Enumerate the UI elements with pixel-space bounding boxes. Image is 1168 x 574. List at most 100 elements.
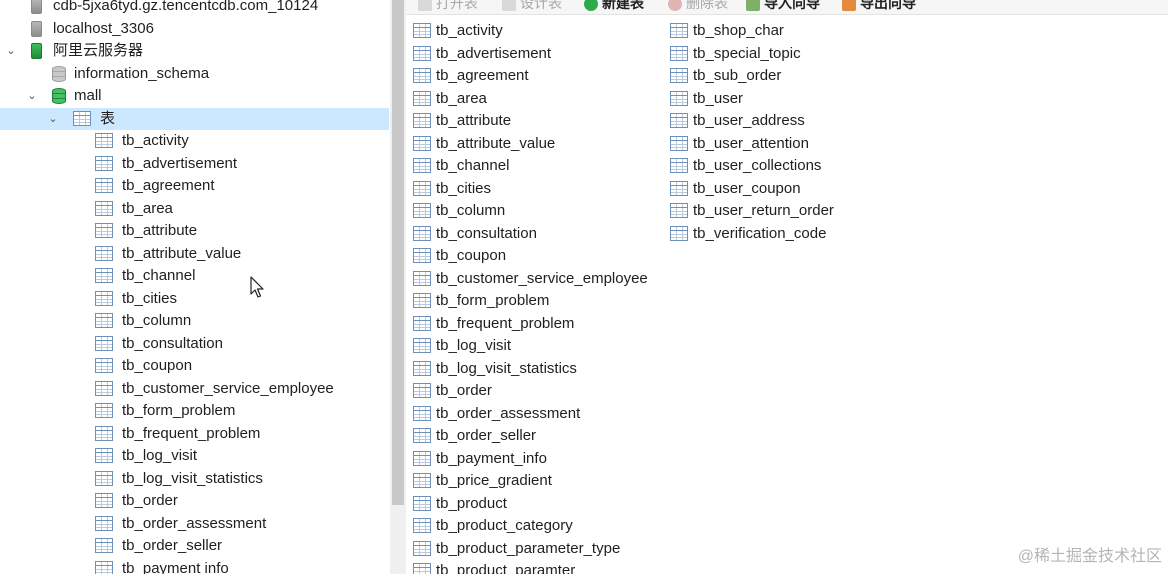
tree-database-label: mall — [74, 87, 102, 104]
table-icon — [413, 428, 431, 443]
tree-table-item-label: tb_channel — [122, 267, 196, 284]
tree-table-item-label: tb_log_visit_statistics — [122, 469, 263, 487]
table-icon — [95, 358, 113, 373]
tree-table-item-label: tb_column — [122, 312, 192, 329]
new-table-label: 新建表 — [602, 0, 644, 11]
table-object-label: tb_payment_info — [436, 449, 547, 467]
new-table-button[interactable]: 新建表 — [584, 0, 644, 13]
table-icon — [95, 493, 113, 508]
tree-connection-label: cdb-5jxa6tyd.gz.tencentcdb.com_10124 — [53, 0, 319, 14]
database-icon — [52, 88, 66, 104]
table-object-label: tb_channel — [436, 157, 510, 174]
tree-table-item-label: tb_agreement — [122, 177, 215, 194]
table-icon — [670, 45, 688, 61]
table-icon — [95, 223, 113, 238]
table-icon — [95, 403, 113, 418]
table-icon — [95, 515, 113, 531]
table-icon — [413, 450, 431, 466]
table-object-label: tb_advertisement — [436, 44, 552, 62]
table-icon — [670, 90, 688, 106]
tree-table-item-label: tb_activity — [122, 132, 189, 149]
design-table-label: 设计表 — [520, 0, 562, 11]
expand-arrow-icon[interactable]: ⌄ — [5, 40, 17, 62]
tree-table-item-label: tb_cities — [122, 289, 178, 307]
table-icon — [413, 180, 431, 196]
tree-database-label: information_schema — [74, 64, 210, 82]
table-icon — [95, 200, 113, 216]
delete-table-icon — [668, 0, 682, 12]
tree-scrollbar[interactable] — [390, 0, 406, 574]
export-wizard-button[interactable]: 导出向导 — [842, 0, 916, 13]
tree-table-item-label: tb_attribute — [122, 222, 198, 239]
expand-arrow-icon[interactable]: ⌄ — [26, 85, 38, 107]
table-object-label: tb_form_problem — [436, 292, 550, 309]
server-icon — [31, 43, 42, 59]
table-icon — [413, 270, 431, 286]
server-icon — [31, 20, 42, 37]
table-object-label: tb_price_gradient — [436, 472, 552, 489]
table-object-label: tb_user_address — [693, 112, 805, 129]
table-icon — [95, 560, 113, 574]
tree-table-item-label: tb_coupon — [122, 357, 193, 374]
table-icon — [413, 383, 431, 398]
tree-connection-label: localhost_3306 — [53, 19, 154, 37]
expand-arrow-icon[interactable]: ⌄ — [47, 108, 59, 130]
table-object-label: tb_log_visit — [436, 337, 512, 354]
table-object-label: tb_product — [436, 494, 507, 512]
table-object-label: tb_order_seller — [436, 427, 537, 444]
database-icon — [52, 65, 66, 82]
table-icon — [95, 290, 113, 306]
tree-table-item-label: tb_attribute_value — [122, 244, 242, 262]
object-toolbar: 打开表 设计表 新建表 删除表 导入向导 导出向导 — [406, 0, 1168, 15]
table-icon — [413, 338, 431, 353]
design-table-icon — [502, 0, 516, 12]
tree-table-item-label: tb_frequent_problem — [122, 424, 261, 442]
tree-tables-node-label: 表 — [100, 109, 116, 127]
table-icon — [413, 563, 431, 574]
mouse-cursor-icon — [250, 276, 264, 298]
tree-table-item-label: tb_customer_service_employee — [122, 379, 334, 397]
table-icon — [95, 335, 113, 351]
table-object-label: tb_product_paramter — [436, 562, 576, 574]
table-object-label: tb_frequent_problem — [436, 314, 575, 332]
delete-table-label: 删除表 — [686, 0, 728, 11]
table-icon — [413, 473, 431, 488]
table-icon — [95, 268, 113, 283]
table-object-label: tb_activity — [436, 22, 503, 39]
table-icon — [670, 68, 688, 83]
table-icon — [413, 203, 431, 218]
table-object-label: tb_coupon — [436, 247, 507, 264]
table-icon — [413, 360, 431, 376]
open-table-button[interactable]: 打开表 — [418, 0, 478, 13]
import-wizard-label: 导入向导 — [764, 0, 820, 11]
watermark: @稀土掘金技术社区 — [1017, 548, 1162, 565]
import-wizard-button[interactable]: 导入向导 — [746, 0, 820, 13]
table-object-label: tb_shop_char — [693, 22, 784, 39]
table-object-label: tb_agreement — [436, 67, 529, 84]
tables-folder-icon — [73, 110, 91, 126]
table-icon — [670, 225, 688, 241]
design-table-button[interactable]: 设计表 — [502, 0, 562, 13]
table-icon — [413, 113, 431, 128]
tree-table-item-label: tb_order_seller — [122, 537, 223, 554]
table-object-label: tb_area — [436, 89, 487, 107]
tree-table-item-label: tb_area — [122, 199, 173, 217]
table-icon — [95, 470, 113, 486]
table-icon — [670, 23, 688, 38]
table-icon — [670, 113, 688, 128]
table-icon — [413, 45, 431, 61]
table-icon — [413, 68, 431, 83]
table-object-label: tb_attribute — [436, 112, 512, 129]
import-wizard-icon — [746, 0, 760, 12]
delete-table-button[interactable]: 删除表 — [668, 0, 728, 13]
scrollbar-thumb[interactable] — [392, 0, 404, 505]
tree-tables-node[interactable]: ⌄ 表 — [0, 107, 389, 130]
export-wizard-icon — [842, 0, 856, 12]
table-object-label: tb_column — [436, 202, 506, 219]
open-table-label: 打开表 — [436, 0, 478, 11]
table-object-label: tb_product_category — [436, 517, 573, 534]
open-table-icon — [418, 0, 432, 12]
table-icon — [413, 293, 431, 308]
table-object-label: tb_customer_service_employee — [436, 269, 648, 287]
table-icon — [413, 405, 431, 421]
